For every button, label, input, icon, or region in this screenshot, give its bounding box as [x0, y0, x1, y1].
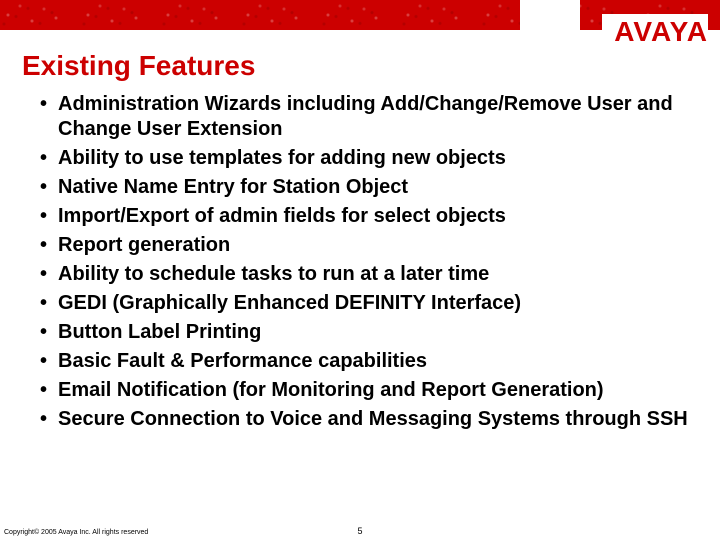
list-item: Secure Connection to Voice and Messaging…: [40, 407, 690, 432]
slide-content: Existing Features Administration Wizards…: [22, 50, 698, 436]
list-item: Report generation: [40, 233, 690, 258]
brand-logo: AVAYA: [602, 14, 708, 50]
list-item: Administration Wizards including Add/Cha…: [40, 92, 690, 142]
list-item: GEDI (Graphically Enhanced DEFINITY Inte…: [40, 291, 690, 316]
slide-title: Existing Features: [22, 50, 698, 82]
list-item: Import/Export of admin fields for select…: [40, 204, 690, 229]
list-item: Ability to use templates for adding new …: [40, 146, 690, 171]
list-item: Email Notification (for Monitoring and R…: [40, 378, 690, 403]
list-item: Ability to schedule tasks to run at a la…: [40, 262, 690, 287]
list-item: Native Name Entry for Station Object: [40, 175, 690, 200]
list-item: Basic Fault & Performance capabilities: [40, 349, 690, 374]
list-item: Button Label Printing: [40, 320, 690, 345]
copyright-footer: Copyright© 2005 Avaya Inc. All rights re…: [4, 529, 148, 536]
page-number: 5: [357, 526, 362, 536]
bullet-list: Administration Wizards including Add/Cha…: [22, 92, 698, 432]
